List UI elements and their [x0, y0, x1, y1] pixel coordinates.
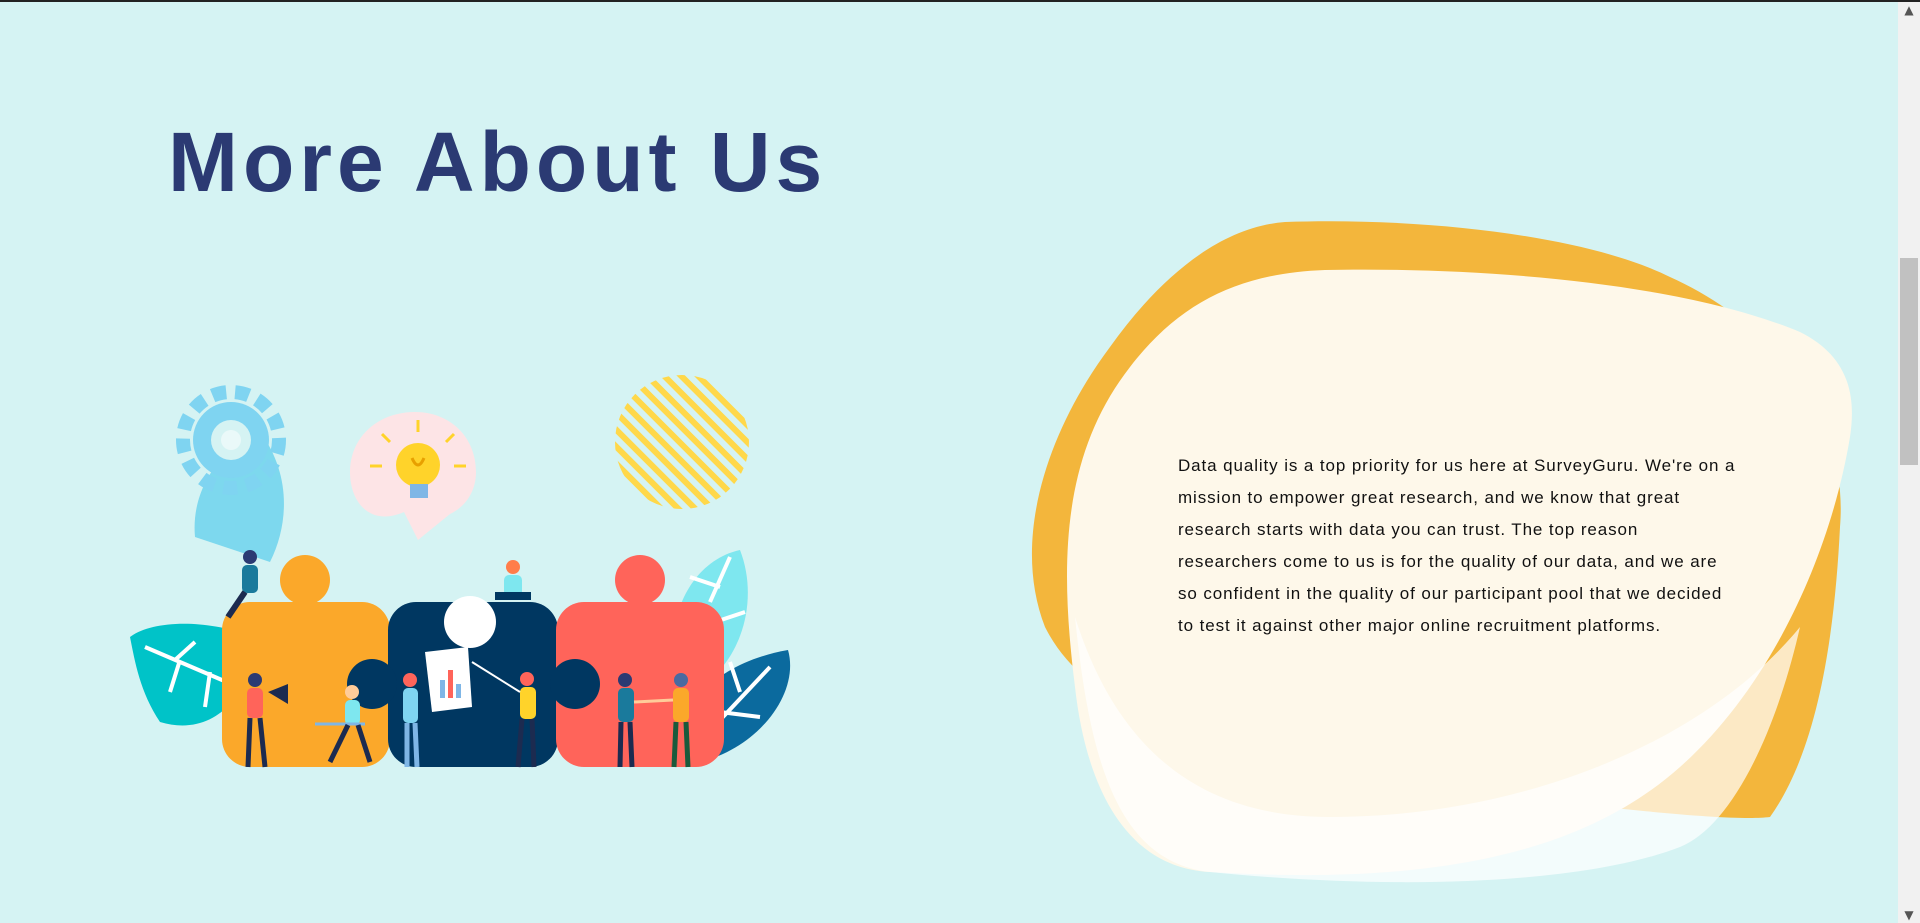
- lightbulb-icon: [350, 412, 476, 540]
- section-heading: More About Us: [168, 115, 828, 209]
- teamwork-illustration: [130, 375, 791, 768]
- vertical-scrollbar[interactable]: ▲ ▼: [1898, 2, 1920, 923]
- striped-circle-icon: [615, 375, 749, 509]
- scrollbar-thumb[interactable]: [1900, 258, 1918, 465]
- chart-board-icon: [425, 647, 472, 712]
- chevron-up-icon[interactable]: ▲: [1898, 2, 1920, 18]
- about-paragraph: Data quality is a top priority for us he…: [1178, 456, 1736, 635]
- chevron-down-icon[interactable]: ▼: [1898, 907, 1920, 923]
- puzzle-icon: [222, 555, 724, 767]
- about-section: More About Us Data quality is a top prio…: [0, 2, 1898, 923]
